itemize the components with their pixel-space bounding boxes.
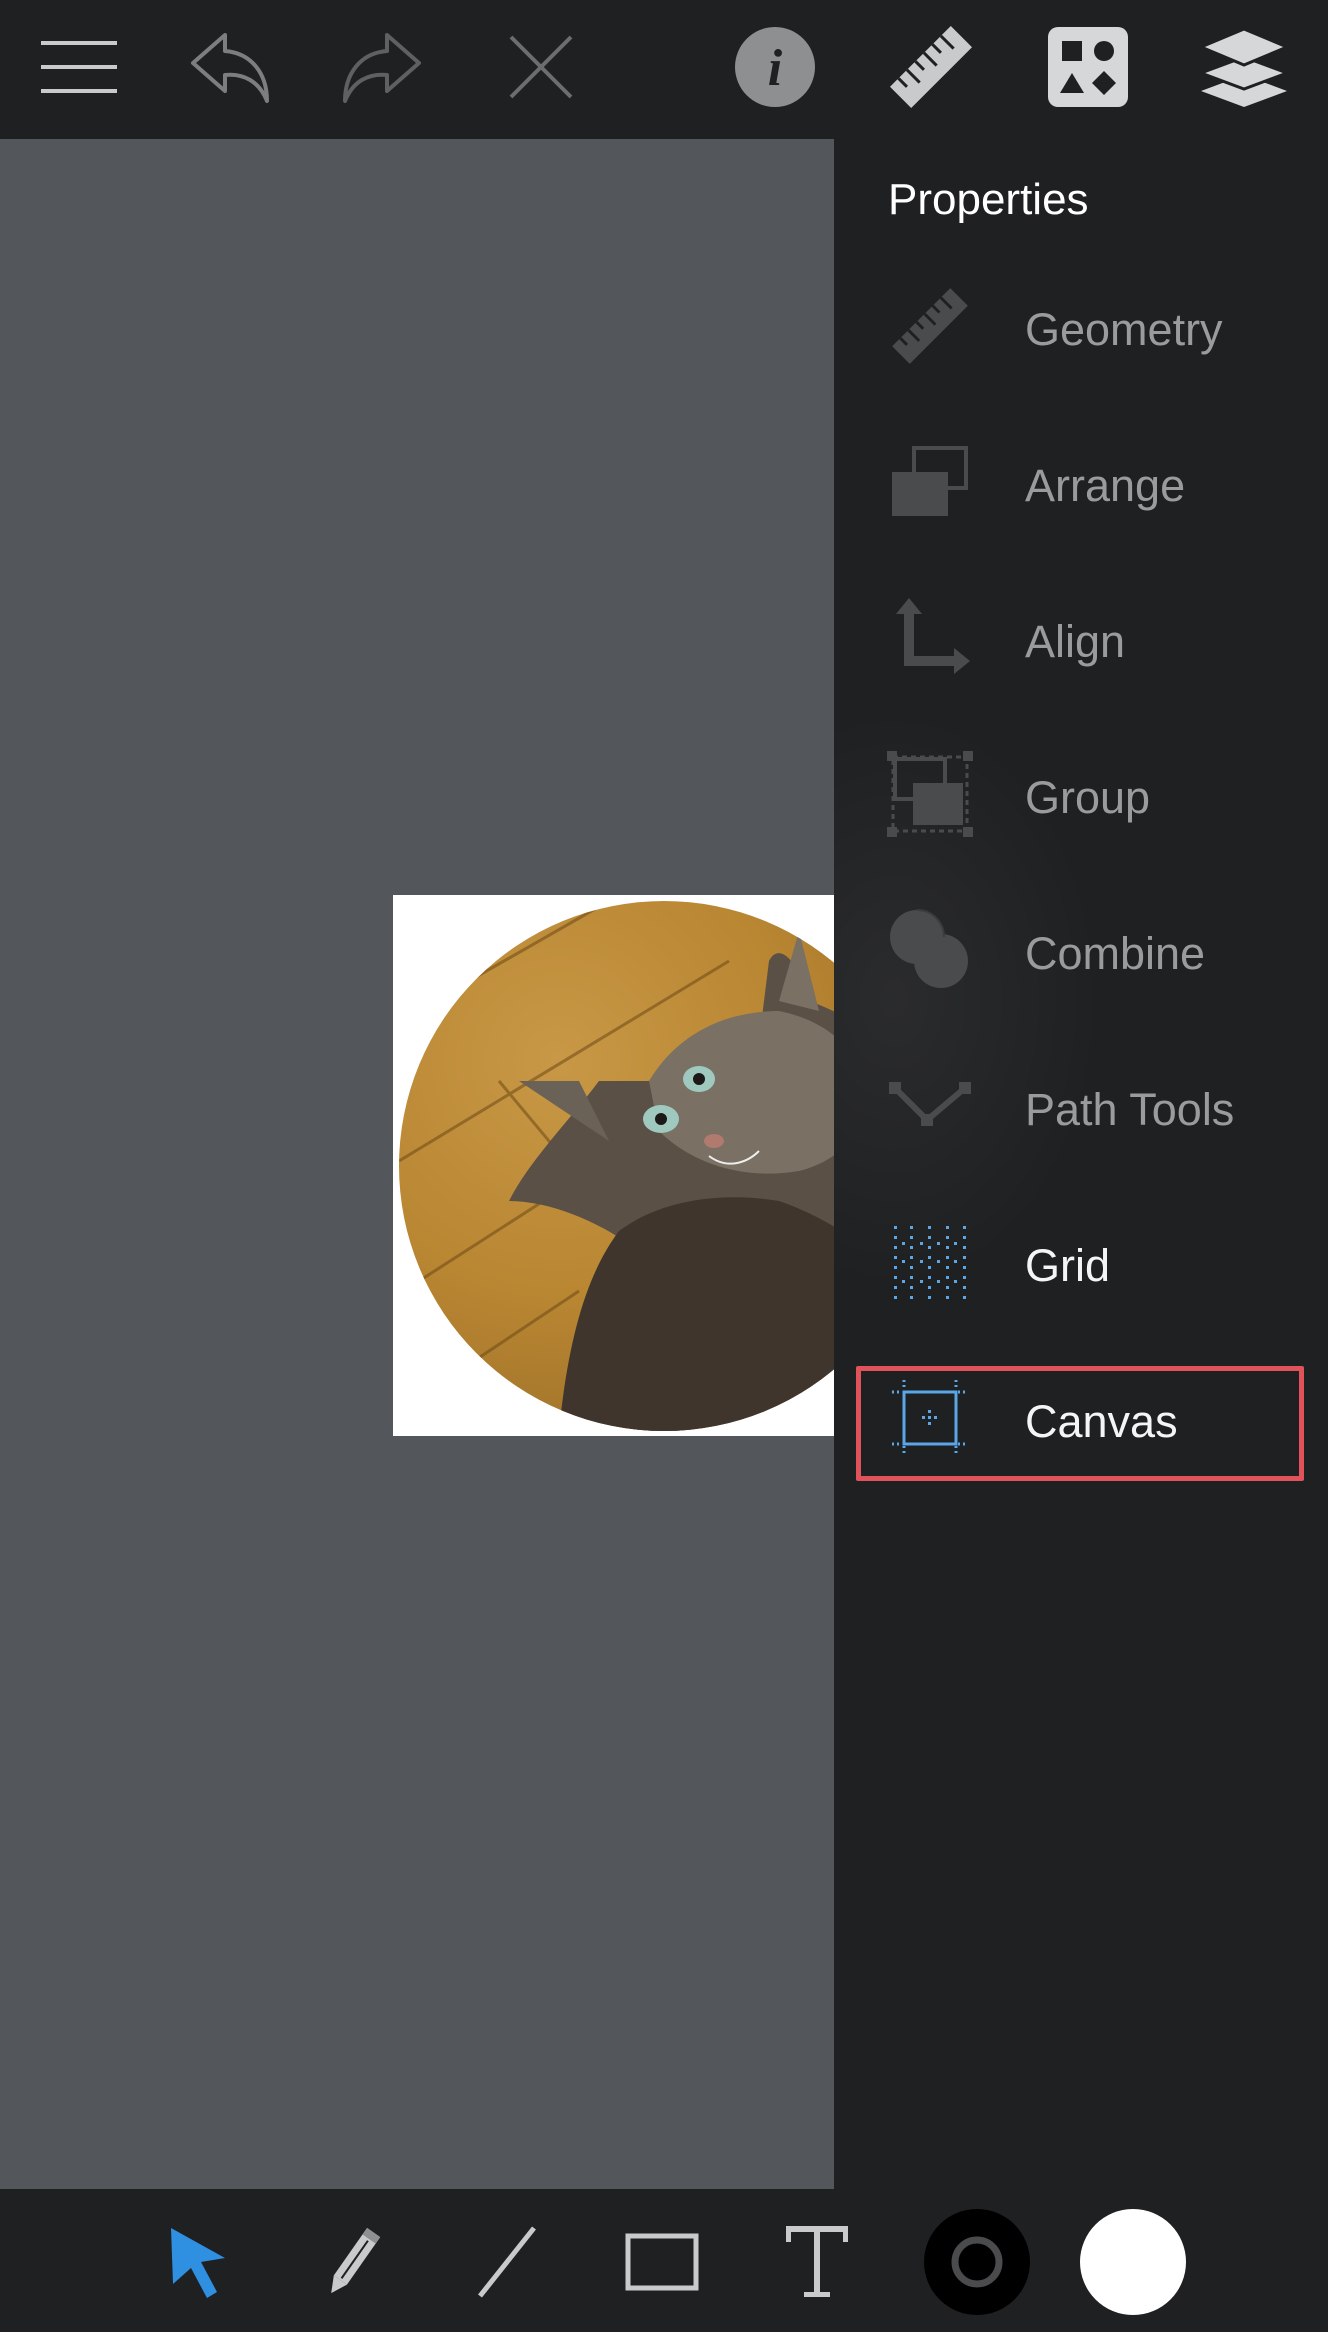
path-tools-icon	[884, 1060, 976, 1152]
prop-item-combine[interactable]: Combine	[834, 890, 1328, 1010]
top-toolbar: i	[0, 0, 1328, 139]
bottom-toolbar	[0, 2189, 1328, 2332]
prop-item-arrange[interactable]: Arrange	[834, 422, 1328, 542]
align-icon	[884, 592, 976, 684]
prop-label-combine: Combine	[1025, 928, 1206, 979]
properties-panel: Properties Geometry Arrange Align Group …	[834, 139, 1328, 2189]
grid-icon	[884, 1216, 976, 1308]
prop-item-grid[interactable]: Grid	[834, 1202, 1328, 1322]
close-x-icon[interactable]	[486, 12, 596, 122]
prop-item-path-tools[interactable]: Path Tools	[834, 1046, 1328, 1166]
prop-item-geometry[interactable]: Geometry	[834, 266, 1328, 386]
cat-photo[interactable]	[399, 901, 834, 1431]
prop-label-path-tools: Path Tools	[1025, 1084, 1235, 1135]
pencil-icon[interactable]	[298, 2207, 408, 2317]
ruler-icon	[884, 280, 976, 372]
layers-icon[interactable]	[1189, 12, 1299, 122]
undo-arrow-icon[interactable]	[175, 12, 285, 122]
prop-item-group[interactable]: Group	[834, 734, 1328, 854]
svg-text:i: i	[768, 40, 783, 97]
redo-arrow-icon[interactable]	[327, 12, 437, 122]
prop-label-align: Align	[1025, 616, 1126, 667]
fill-swatch-icon[interactable]	[1078, 2207, 1188, 2317]
prop-label-grid: Grid	[1025, 1240, 1111, 1291]
info-icon[interactable]: i	[720, 12, 830, 122]
combine-icon	[884, 904, 976, 996]
ruler-icon[interactable]	[876, 12, 986, 122]
group-icon	[884, 748, 976, 840]
prop-label-geometry: Geometry	[1025, 304, 1223, 355]
arrange-icon	[884, 436, 976, 528]
canvas-area[interactable]	[0, 139, 834, 2189]
stroke-swatch-icon[interactable]	[922, 2207, 1032, 2317]
artboard[interactable]	[393, 895, 834, 1436]
panel-title: Properties	[888, 175, 1089, 224]
hamburger-menu-icon[interactable]	[24, 12, 134, 122]
canvas-highlight-box	[856, 1366, 1304, 1481]
shapes-library-icon[interactable]	[1033, 12, 1143, 122]
prop-label-group: Group	[1025, 772, 1151, 823]
prop-item-align[interactable]: Align	[834, 578, 1328, 698]
text-icon[interactable]	[762, 2207, 872, 2317]
line-icon[interactable]	[452, 2207, 562, 2317]
prop-label-arrange: Arrange	[1025, 460, 1186, 511]
rectangle-icon[interactable]	[607, 2207, 717, 2317]
pointer-arrow-icon[interactable]	[143, 2207, 253, 2317]
